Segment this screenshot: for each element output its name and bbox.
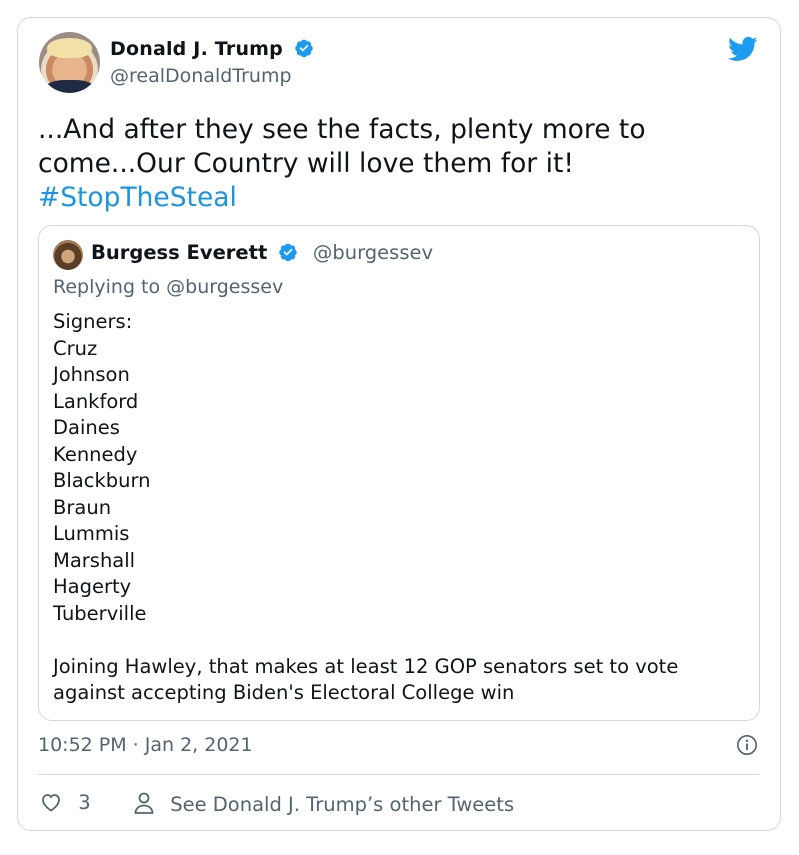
quoted-line: against accepting Biden's Electoral Coll… <box>53 681 515 704</box>
quoted-author-handle: @burgessev <box>312 241 434 264</box>
twitter-bird-icon[interactable] <box>726 34 760 64</box>
tweet-card: Donald J. Trump @realDonaldTrump ...And … <box>17 17 781 831</box>
quoted-line: Cruz <box>53 336 98 360</box>
replying-to: Replying to @burgessev <box>53 276 284 298</box>
quoted-line: Lankford <box>53 389 139 413</box>
author-name-text: Donald J. Trump <box>110 38 283 60</box>
like-count: 3 <box>78 791 91 814</box>
avatar-hair <box>47 38 92 58</box>
quoted-line: Joining Hawley, that makes at least 12 G… <box>53 654 679 678</box>
quoted-author-avatar[interactable] <box>53 240 83 270</box>
quoted-author[interactable]: Burgess Everett @burgessev <box>91 241 433 264</box>
quoted-line: Braun <box>53 495 112 519</box>
quoted-line: Johnson <box>53 363 130 386</box>
avatar-suit <box>45 80 95 93</box>
quoted-line: Tuberville <box>53 601 147 625</box>
tweet-body: ...And after they see the facts, plenty … <box>38 114 646 179</box>
other-tweets-label: See Donald J. Trump’s other Tweets <box>170 793 515 816</box>
author-avatar[interactable] <box>39 32 100 93</box>
quoted-line: Blackburn <box>53 469 151 492</box>
like-button[interactable]: 3 <box>38 790 91 814</box>
quoted-tweet[interactable]: Burgess Everett @burgessev Replying to @… <box>38 225 760 721</box>
quoted-line: Lummis <box>53 522 130 545</box>
verified-badge-icon <box>295 39 313 58</box>
quoted-line: Signers: <box>53 310 133 333</box>
person-icon <box>134 792 154 814</box>
quoted-line: Kennedy <box>53 442 138 466</box>
quoted-line: Marshall <box>53 548 136 572</box>
quoted-author-name: Burgess Everett <box>91 241 268 264</box>
info-icon[interactable] <box>736 734 758 756</box>
author-name[interactable]: Donald J. Trump <box>110 38 314 60</box>
tweet-text: ...And after they see the facts, plenty … <box>38 113 758 215</box>
verified-badge-icon <box>279 243 297 262</box>
heart-icon <box>42 794 60 812</box>
divider <box>38 774 760 775</box>
hashtag-link[interactable]: #StopTheSteal <box>38 181 758 215</box>
tweet-timestamp[interactable]: 10:52 PM · Jan 2, 2021 <box>38 734 253 756</box>
quoted-line: Hagerty <box>53 575 132 598</box>
author-handle[interactable]: @realDonaldTrump <box>110 65 292 87</box>
other-tweets-link[interactable]: See Donald J. Trump’s other Tweets <box>132 790 514 816</box>
quoted-line: Daines <box>53 416 120 439</box>
quoted-tweet-text: Signers: Cruz Johnson Lankford Daines Ke… <box>53 309 743 707</box>
